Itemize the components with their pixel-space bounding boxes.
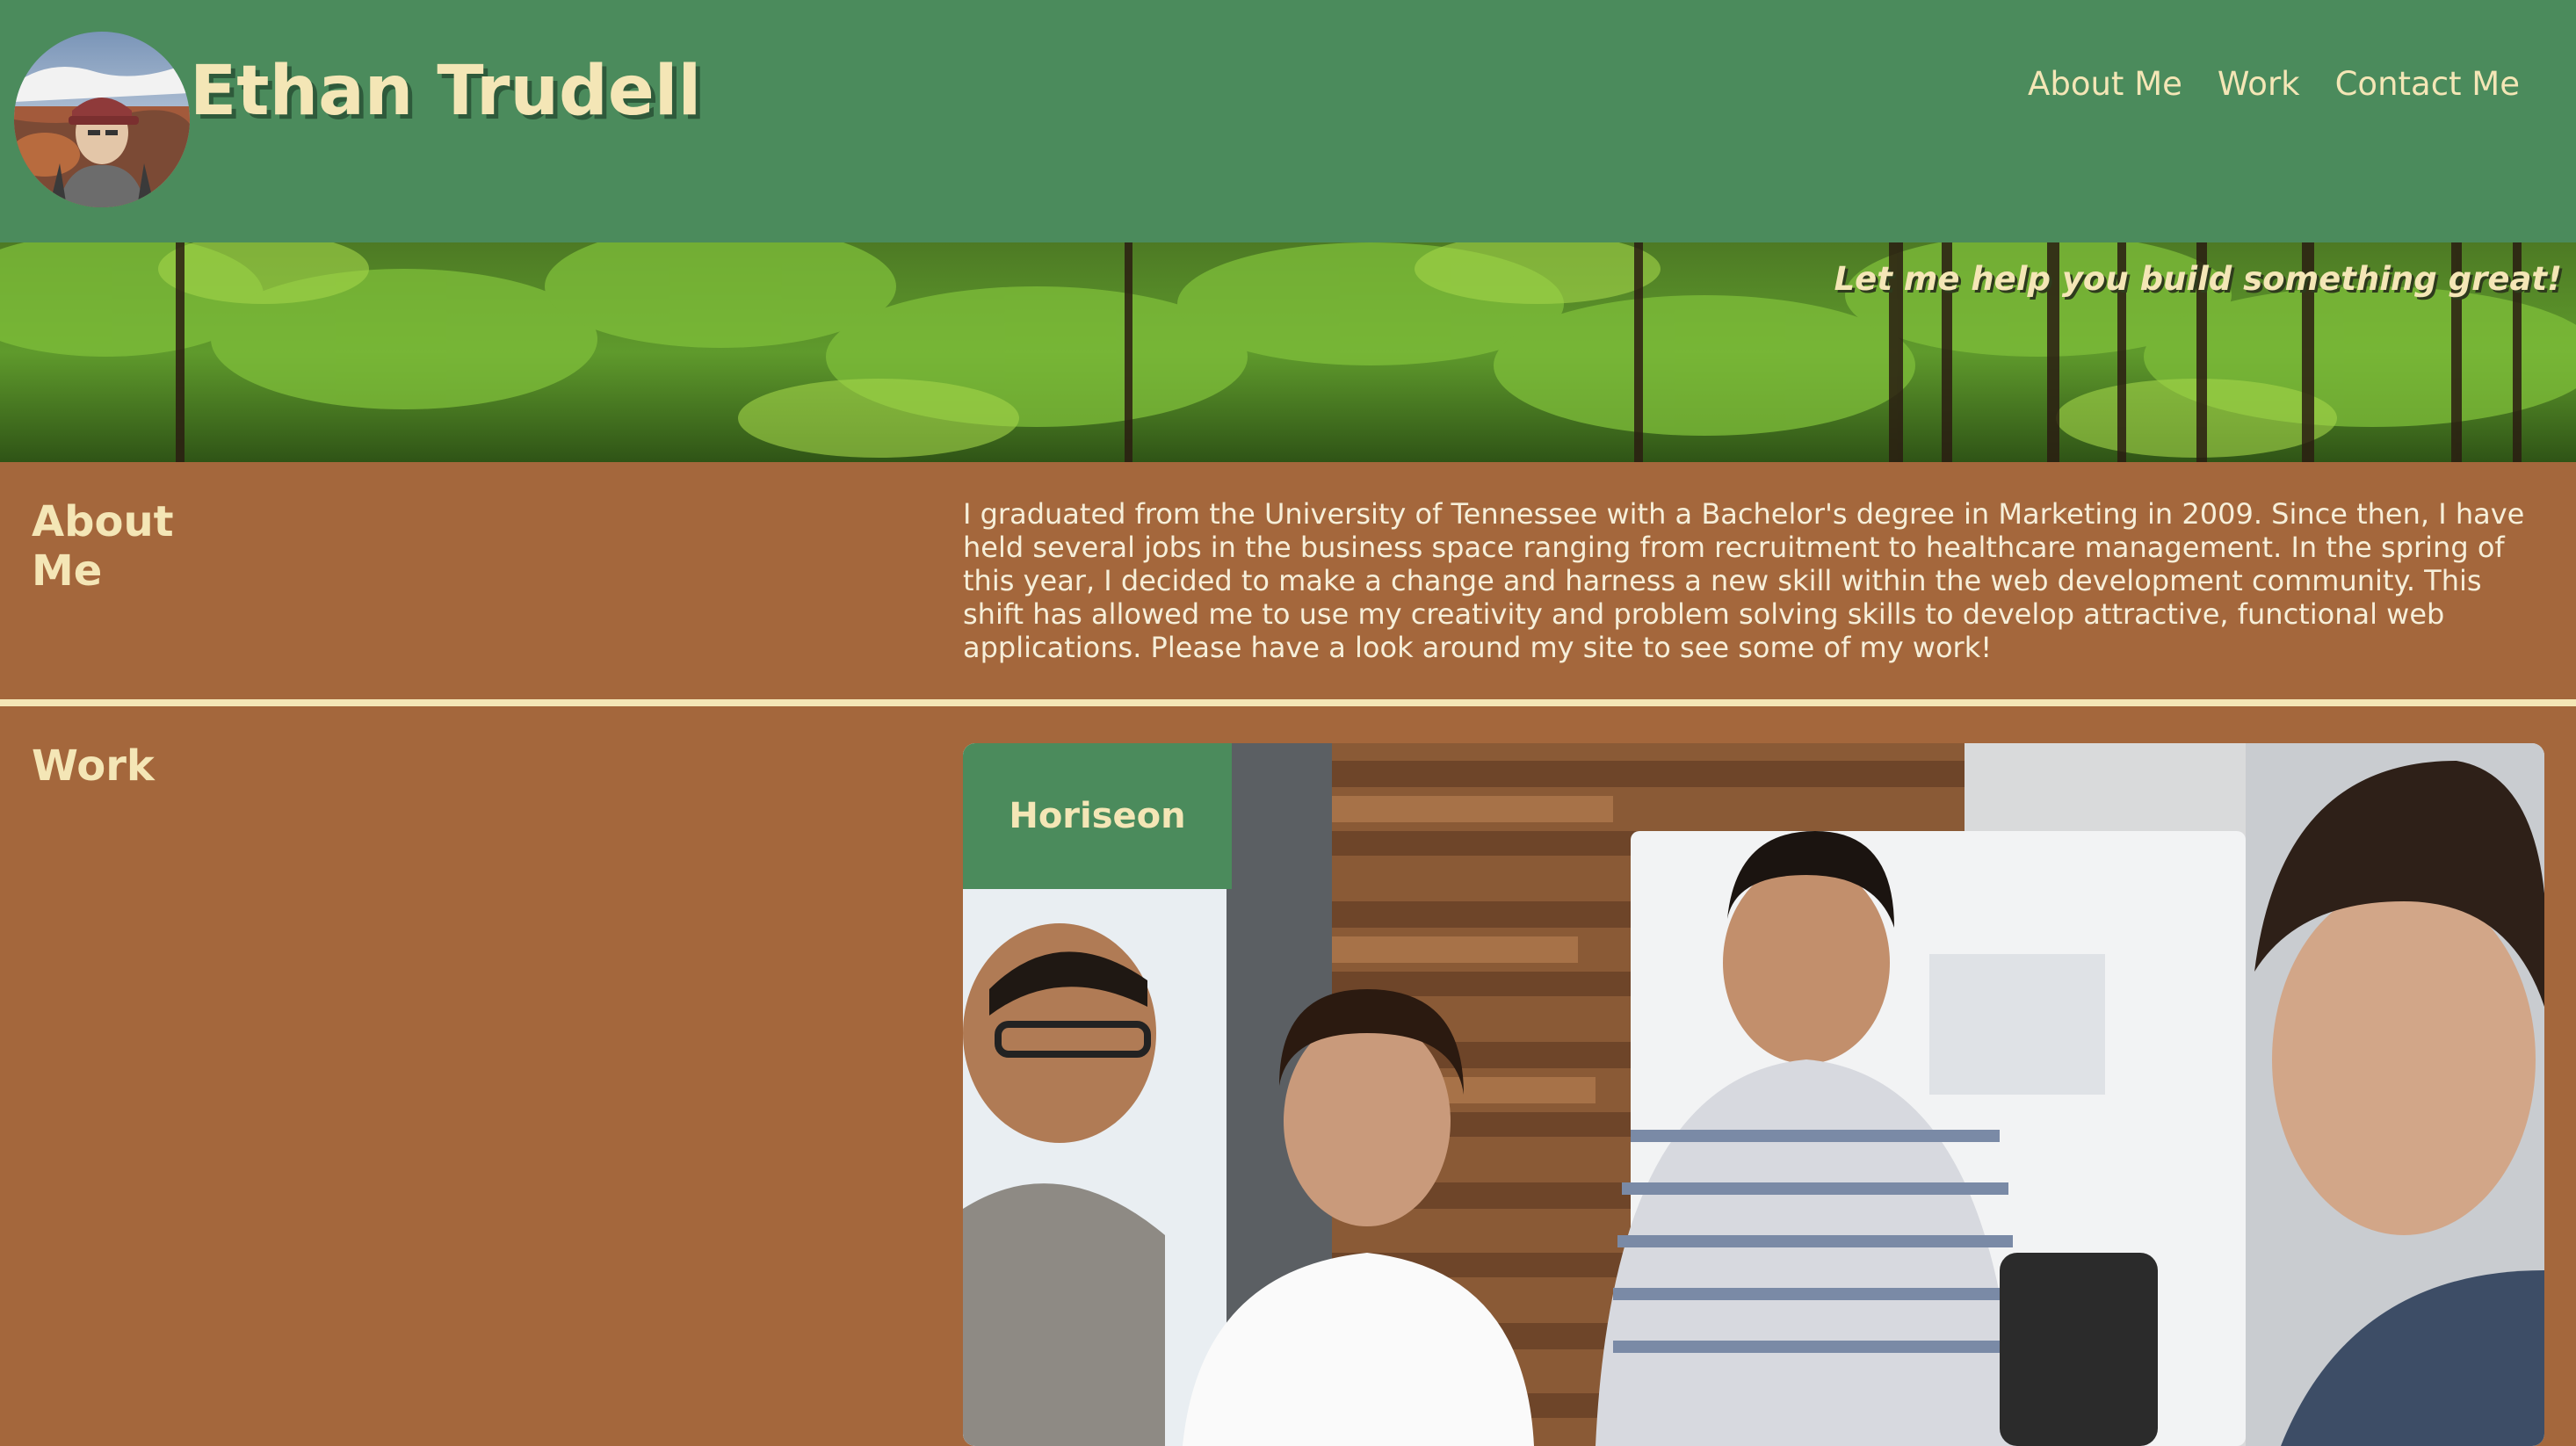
work-heading: Work xyxy=(32,741,155,791)
nav-link-work[interactable]: Work xyxy=(2218,65,2300,103)
about-section: About Me I graduated from the University… xyxy=(0,462,2576,699)
site-header: Ethan Trudell About Me Work Contact Me xyxy=(0,0,2576,242)
nav-link-contact-me[interactable]: Contact Me xyxy=(2335,65,2520,103)
profile-photo xyxy=(14,32,190,207)
work-section: Work Horiseon xyxy=(0,706,2576,1446)
hero-tagline: Let me help you build something great! xyxy=(1834,260,2562,298)
hero-banner: Let me help you build something great! xyxy=(0,242,2576,462)
nav-link-about-me[interactable]: About Me xyxy=(2028,65,2182,103)
about-heading: About Me xyxy=(32,497,174,596)
project-card-horiseon[interactable]: Horiseon xyxy=(963,743,2544,1446)
project-title: Horiseon xyxy=(1009,796,1186,836)
main-nav: About Me Work Contact Me xyxy=(2028,65,2520,103)
about-text: I graduated from the University of Tenne… xyxy=(963,497,2525,664)
site-title: Ethan Trudell xyxy=(190,52,702,131)
section-divider xyxy=(0,699,2576,706)
project-label[interactable]: Horiseon xyxy=(963,743,1232,889)
